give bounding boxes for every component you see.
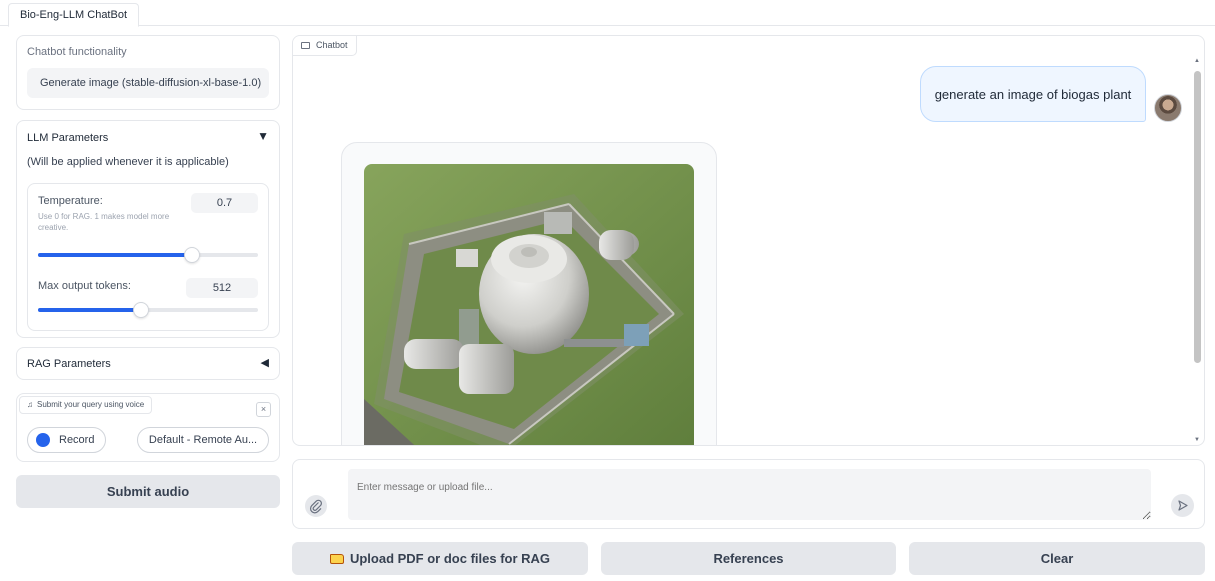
temperature-info: Use 0 for RAG. 1 makes model more creati… [38,212,170,232]
chat-scrollbar[interactable]: ▲ ▼ [1191,56,1203,445]
functionality-dropdown[interactable]: Generate image (stable-diffusion-xl-base… [27,68,269,98]
references-button[interactable]: References [601,542,896,575]
max-tokens-slider-fill [38,308,142,312]
temperature-input[interactable]: 0.7 [191,193,258,213]
audio-device-select[interactable]: Default - Remote Au... [137,427,269,453]
record-dot-icon [36,433,50,447]
voice-input-panel: ♫ Submit your query using voice × Record … [16,393,280,462]
chat-icon [301,42,310,49]
message-input-panel [292,459,1205,529]
upload-rag-files-button[interactable]: Upload PDF or doc files for RAG [292,542,588,575]
max-tokens-slider-thumb[interactable] [133,302,150,318]
upload-label: Upload PDF or doc files for RAG [349,551,551,566]
user-avatar [1154,94,1182,122]
voice-label: ♫ Submit your query using voice [19,396,153,414]
max-tokens-label: Max output tokens: [38,280,131,292]
tab-bio-eng-llm-chatbot[interactable]: Bio-Eng-LLM ChatBot [8,3,139,27]
close-icon[interactable]: × [256,402,271,417]
folder-icon [329,554,344,564]
scroll-down-arrow-icon[interactable]: ▼ [1193,437,1201,443]
max-tokens-input[interactable]: 512 [186,278,258,298]
chatbot-label: Chatbot [293,36,357,56]
rag-parameters-title[interactable]: RAG Parameters [27,358,111,370]
scroll-up-arrow-icon[interactable]: ▲ [1193,58,1201,64]
clear-button[interactable]: Clear [909,542,1205,575]
chatbot-panel: Chatbot generate an image of biogas plan… [292,35,1205,446]
rag-parameters-accordion[interactable]: RAG Parameters ◀ [16,347,280,380]
temperature-slider[interactable] [38,247,258,263]
llm-parameters-title[interactable]: LLM Parameters [27,132,108,144]
scroll-thumb[interactable] [1194,71,1201,363]
tab-bar: Bio-Eng-LLM ChatBot [0,0,1215,27]
record-button[interactable]: Record [27,427,106,453]
message-input[interactable] [348,469,1151,520]
llm-parameters-accordion: LLM Parameters ▼ (Will be applied whenev… [16,120,280,338]
max-tokens-slider[interactable] [38,302,258,318]
llm-parameters-box: Temperature: Use 0 for RAG. 1 makes mode… [27,183,269,331]
send-icon[interactable] [1171,494,1194,517]
temperature-slider-fill [38,253,192,257]
expand-arrow-icon[interactable]: ◀ [261,356,269,369]
llm-parameters-note: (Will be applied whenever it is applicab… [27,156,229,168]
collapse-arrow-icon[interactable]: ▼ [257,129,269,143]
chatbot-label-text: Chatbot [316,40,348,50]
functionality-panel: Chatbot functionality Generate image (st… [16,35,280,110]
submit-audio-button[interactable]: Submit audio [16,475,280,508]
record-label: Record [59,434,95,446]
functionality-label: Chatbot functionality [27,46,127,58]
music-note-icon: ♫ [27,400,33,409]
temperature-slider-thumb[interactable] [184,247,200,263]
temperature-label: Temperature: [38,195,103,207]
generated-image[interactable] [364,164,694,445]
voice-label-text: Submit your query using voice [37,400,145,409]
user-message: generate an image of biogas plant [920,66,1146,122]
paperclip-icon[interactable] [305,495,327,517]
